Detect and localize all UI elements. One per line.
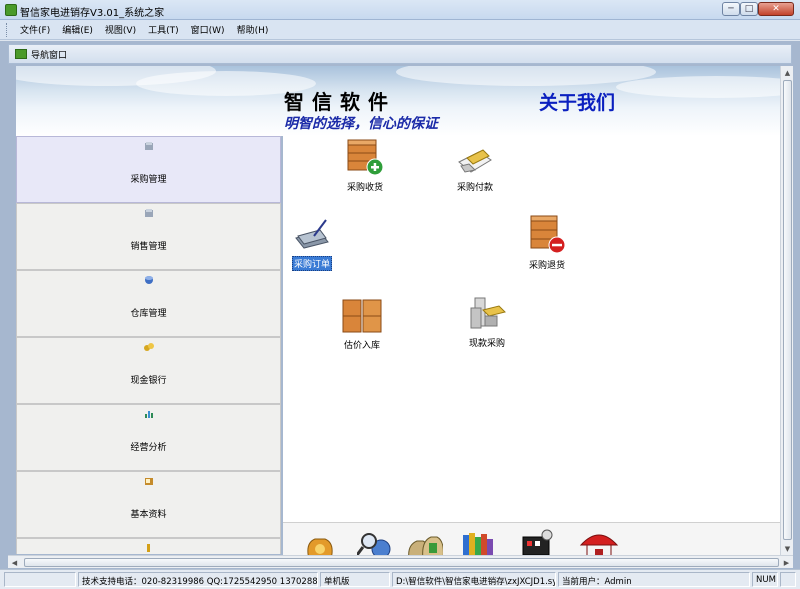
- tool-label: 采购订单: [291, 256, 332, 271]
- cash-purchase-icon: [470, 297, 506, 329]
- close-button[interactable]: ✕: [758, 2, 794, 16]
- tool-label: 采购付款: [456, 183, 493, 193]
- menu-tools[interactable]: 工具(T): [142, 23, 185, 36]
- house-icon[interactable]: [579, 529, 619, 555]
- company-name: 智信软件: [284, 90, 396, 114]
- status-bar: 技术支持电话：020-82319986 QQ:1725542950 137028…: [0, 569, 800, 589]
- box-remove-icon: [530, 215, 566, 254]
- vertical-scrollbar[interactable]: ▲ ▼: [780, 66, 793, 555]
- child-window-title-bar: 导航窗口: [8, 44, 792, 64]
- chart-icon: [144, 411, 153, 418]
- tool-purchase-return[interactable]: 采购退货: [502, 214, 592, 271]
- horizontal-scrollbar[interactable]: ◀ ▶: [8, 555, 793, 568]
- slogan: 明智的选择，信心的保证: [284, 116, 438, 132]
- database-tools-icon[interactable]: [519, 529, 555, 555]
- coins-icon: [143, 343, 154, 351]
- tool-icon: [146, 544, 150, 552]
- nav-cash-bank[interactable]: 现金银行: [16, 337, 281, 404]
- box-add-icon: [347, 139, 384, 176]
- nav-label: 仓库管理: [130, 309, 167, 319]
- quick-icon-strip: [283, 522, 780, 555]
- order-pen-icon: [295, 219, 329, 249]
- sales-icon: [144, 209, 153, 217]
- tool-purchase-order[interactable]: 采购订单: [267, 218, 357, 271]
- scroll-down-arrow[interactable]: ▼: [781, 542, 794, 555]
- navigator-icon: [15, 49, 27, 59]
- scroll-up-arrow[interactable]: ▲: [781, 66, 794, 79]
- function-panel: 采购收货 采购付款 采购订单 采购退货 估价入库 现款采购: [283, 136, 780, 522]
- status-mode: 单机版: [320, 572, 390, 587]
- nav-label: 经营分析: [130, 443, 167, 453]
- menu-file[interactable]: 文件(F): [14, 23, 56, 36]
- child-window-title: 导航窗口: [31, 50, 68, 61]
- tool-label: 采购退货: [528, 261, 565, 271]
- tool-label: 估价入库: [343, 341, 380, 351]
- menu-grip[interactable]: [6, 22, 9, 37]
- scroll-right-arrow[interactable]: ▶: [780, 556, 793, 569]
- maximize-button[interactable]: □: [740, 2, 758, 16]
- nav-purchase[interactable]: 采购管理: [16, 136, 281, 203]
- warehouse-icon: [144, 276, 153, 284]
- nav-analysis[interactable]: 经营分析: [16, 404, 281, 471]
- boxes-icon: [342, 299, 382, 333]
- menu-bar: 文件(F) 编辑(E) 视图(V) 工具(T) 窗口(W) 帮助(H): [0, 20, 800, 40]
- search-globe-icon[interactable]: [357, 529, 393, 555]
- tool-label: 现款采购: [468, 339, 505, 349]
- horizontal-scroll-thumb[interactable]: [24, 558, 779, 567]
- books-icon[interactable]: [461, 529, 497, 555]
- menu-view[interactable]: 视图(V): [99, 23, 142, 36]
- tool-purchase-receive[interactable]: 采购收货: [320, 138, 410, 193]
- tool-cash-purchase[interactable]: 现款采购: [442, 296, 532, 349]
- dollar-bags-icon[interactable]: [407, 529, 443, 555]
- menu-help[interactable]: 帮助(H): [231, 23, 275, 36]
- money-bag-icon[interactable]: [303, 529, 337, 555]
- status-num-lock: NUM: [752, 572, 778, 587]
- purchase-icon: [144, 142, 153, 150]
- folder-icon: [144, 478, 153, 485]
- window-title: 智信家电进销存V3.01_系统之家: [20, 8, 165, 19]
- nav-warehouse[interactable]: 仓库管理: [16, 270, 281, 337]
- nav-sales[interactable]: 销售管理: [16, 203, 281, 270]
- nav-label: 基本资料: [130, 510, 167, 520]
- menu-edit[interactable]: 编辑(E): [56, 23, 99, 36]
- money-hand-icon: [458, 149, 492, 173]
- nav-label: 现金银行: [130, 376, 167, 386]
- tool-purchase-payment[interactable]: 采购付款: [430, 144, 520, 193]
- app-icon: [5, 4, 17, 16]
- nav-label: 销售管理: [130, 242, 167, 252]
- status-db-path: D:\智信软件\智信家电进销存\zxJXCJD1.sys: [392, 572, 556, 587]
- menu-window[interactable]: 窗口(W): [185, 23, 231, 36]
- nav-label: 采购管理: [130, 175, 167, 185]
- tool-valuation-stock-in[interactable]: 估价入库: [317, 296, 407, 351]
- nav-more[interactable]: [16, 538, 281, 554]
- status-current-user: 当前用户：Admin: [558, 572, 750, 587]
- scroll-left-arrow[interactable]: ◀: [8, 556, 21, 569]
- status-pane-empty: [4, 572, 76, 587]
- left-navigation: 采购管理 销售管理 仓库管理 现金银行 经营分析 基本资料: [16, 136, 281, 554]
- status-support-phone: 技术支持电话：020-82319986 QQ:1725542950 137028…: [78, 572, 318, 587]
- nav-basic-data[interactable]: 基本资料: [16, 471, 281, 538]
- minimize-button[interactable]: ─: [722, 2, 740, 16]
- vertical-scroll-thumb[interactable]: [783, 80, 792, 540]
- about-us-link[interactable]: 关于我们: [539, 88, 615, 115]
- size-grip[interactable]: [780, 572, 796, 587]
- tool-label: 采购收货: [346, 183, 383, 193]
